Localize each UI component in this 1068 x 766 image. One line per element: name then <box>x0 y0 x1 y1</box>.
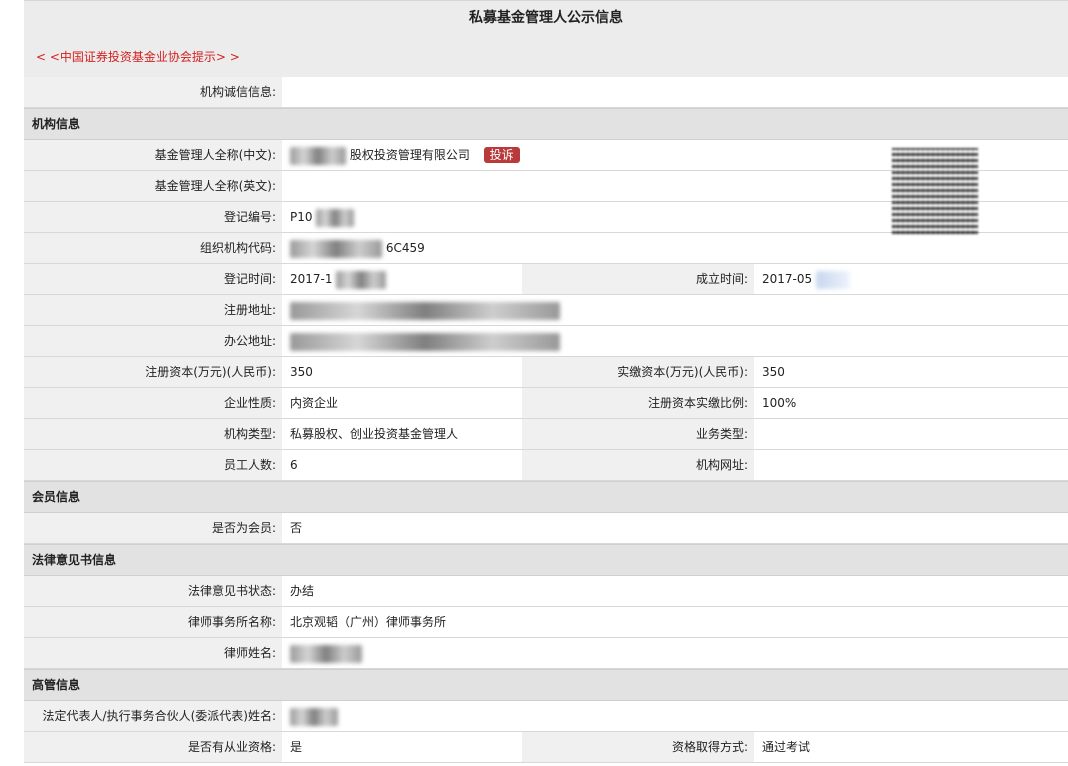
en-name-value <box>282 171 792 201</box>
row-type: 机构类型: 私募股权、创业投资基金管理人 业务类型: <box>24 419 1068 450</box>
legal-status-label: 法律意见书状态: <box>24 576 282 606</box>
row-capital: 注册资本(万元)(人民币): 350 实缴资本(万元)(人民币): 350 <box>24 357 1068 388</box>
row-times: 登记时间: 2017-1 成立时间: 2017-05 <box>24 264 1068 295</box>
org-code-value: 6C459 <box>385 241 425 255</box>
section-member-info: 会员信息 <box>24 481 1068 513</box>
lawyer-label: 律师姓名: <box>24 638 282 668</box>
lawyer-value-cell <box>282 638 1062 668</box>
is-member-label: 是否为会员: <box>24 513 282 543</box>
reg-addr-label: 注册地址: <box>24 295 282 325</box>
reg-cap-value: 350 <box>282 357 522 387</box>
method-value: 通过考试 <box>754 732 1008 762</box>
row-legal-status: 法律意见书状态: 办结 <box>24 576 1068 607</box>
redacted-code-mark <box>290 239 382 258</box>
section-legal-info: 法律意见书信息 <box>24 544 1068 576</box>
row-office-addr: 办公地址: <box>24 326 1068 357</box>
law-firm-value: 北京观韬（广州）律师事务所 <box>282 607 1062 637</box>
paid-cap-label: 实缴资本(万元)(人民币): <box>522 357 754 387</box>
row-org-code: 组织机构代码: 6C459 <box>24 233 1068 264</box>
redacted-reg-addr-mark <box>290 301 560 320</box>
qualified-value: 是 <box>282 732 522 762</box>
section-exec-info: 高管信息 <box>24 669 1068 701</box>
cn-name-label: 基金管理人全称(中文): <box>24 140 282 170</box>
org-code-value-cell: 6C459 <box>282 233 792 263</box>
site-label: 机构网址: <box>522 450 754 480</box>
row-member: 是否为会员: 否 <box>24 513 1068 544</box>
reg-time-value: 2017-1 <box>290 272 333 286</box>
complain-button[interactable]: 投诉 <box>483 147 520 163</box>
row-law-firm: 律师事务所名称: 北京观韬（广州）律师事务所 <box>24 607 1068 638</box>
office-addr-value-cell <box>282 326 1062 356</box>
page: 私募基金管理人公示信息 < <中国证券投资基金业协会提示> > 机构诚信信息: … <box>24 0 1068 766</box>
office-addr-label: 办公地址: <box>24 326 282 356</box>
redacted-found-mark <box>815 270 850 289</box>
reg-no-value-cell: P10 <box>282 202 792 232</box>
cn-name-value-cell: 股权投资管理有限公司 投诉 <box>282 140 792 170</box>
row-nature: 企业性质: 内资企业 注册资本实缴比例: 100% <box>24 388 1068 419</box>
cn-name-value: 股权投资管理有限公司 <box>349 148 470 162</box>
type-value: 私募股权、创业投资基金管理人 <box>282 419 522 449</box>
method-label: 资格取得方式: <box>522 732 754 762</box>
qualified-label: 是否有从业资格: <box>24 732 282 762</box>
reg-cap-label: 注册资本(万元)(人民币): <box>24 357 282 387</box>
page-title: 私募基金管理人公示信息 <box>469 10 623 26</box>
found-time-value: 2017-05 <box>762 272 813 286</box>
is-member-value: 否 <box>282 513 1062 543</box>
nature-value: 内资企业 <box>282 388 522 418</box>
type-label: 机构类型: <box>24 419 282 449</box>
site-value[interactable] <box>754 450 1008 480</box>
redacted-date-mark <box>336 270 387 289</box>
redacted-rep-mark <box>290 707 338 726</box>
rep-value-cell <box>282 701 1062 731</box>
paid-cap-value: 350 <box>754 357 1008 387</box>
nature-label: 企业性质: <box>24 388 282 418</box>
qr-code-icon <box>892 148 978 234</box>
reg-no-value: P10 <box>290 210 313 224</box>
row-qualified: 是否有从业资格: 是 资格取得方式: 通过考试 <box>24 732 1068 763</box>
reg-addr-value-cell <box>282 295 1062 325</box>
reg-no-label: 登记编号: <box>24 202 282 232</box>
ratio-label: 注册资本实缴比例: <box>522 388 754 418</box>
legal-status-value: 办结 <box>282 576 1062 606</box>
law-firm-label: 律师事务所名称: <box>24 607 282 637</box>
row-lawyer: 律师姓名: <box>24 638 1068 669</box>
row-rep: 法定代表人/执行事务合伙人(委派代表)姓名: <box>24 701 1068 732</box>
redacted-reg-mark <box>316 208 355 227</box>
association-tip-link[interactable]: < <中国证券投资基金业协会提示> > <box>36 48 240 65</box>
credit-label: 机构诚信信息: <box>24 77 282 107</box>
credit-value <box>282 77 1062 107</box>
staff-value: 6 <box>282 450 522 480</box>
en-name-label: 基金管理人全称(英文): <box>24 171 282 201</box>
staff-label: 员工人数: <box>24 450 282 480</box>
reg-time-value-cell: 2017-1 <box>282 264 522 294</box>
org-code-label: 组织机构代码: <box>24 233 282 263</box>
business-label: 业务类型: <box>522 419 754 449</box>
header: 私募基金管理人公示信息 < <中国证券投资基金业协会提示> > <box>24 0 1068 77</box>
found-time-value-cell: 2017-05 <box>754 264 1008 294</box>
section-org-info: 机构信息 <box>24 108 1068 140</box>
redacted-name-mark <box>290 146 346 165</box>
credit-row: 机构诚信信息: <box>24 77 1068 108</box>
rep-label: 法定代表人/执行事务合伙人(委派代表)姓名: <box>24 701 282 731</box>
reg-time-label: 登记时间: <box>24 264 282 294</box>
redacted-lawyer-mark <box>290 644 362 663</box>
ratio-value: 100% <box>754 388 1008 418</box>
business-value <box>754 419 1008 449</box>
found-time-label: 成立时间: <box>522 264 754 294</box>
redacted-office-addr-mark <box>290 332 560 351</box>
row-staff: 员工人数: 6 机构网址: <box>24 450 1068 481</box>
row-reg-addr: 注册地址: <box>24 295 1068 326</box>
